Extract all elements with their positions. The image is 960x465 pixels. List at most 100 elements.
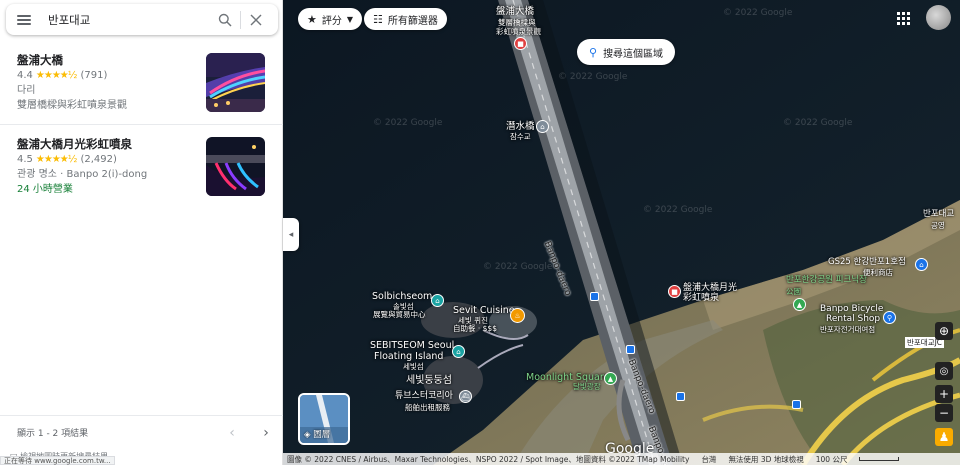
- results-panel: 盤浦大橋 4.4 ★★★★½ (791) 다리 雙層橋樑與彩虹噴泉景觀 盤浦大橋…: [0, 0, 283, 465]
- bicycle-pin-icon[interactable]: ⚲: [883, 311, 896, 324]
- map-label-bicycle[interactable]: Rental Shop: [826, 315, 880, 324]
- location-icon: ◎: [939, 365, 949, 377]
- map-label-gs25[interactable]: GS25 한강반포1호점: [828, 258, 906, 267]
- review-count: (791): [80, 70, 108, 81]
- venue-pin-icon[interactable]: ⌂: [452, 345, 465, 358]
- collapse-panel-button[interactable]: ◂: [283, 218, 299, 251]
- menu-icon: [17, 14, 31, 25]
- search-area-label: 搜尋這個區域: [603, 48, 664, 60]
- map-label-jamsu[interactable]: 潛水橋: [506, 121, 535, 132]
- chip-label: 評分: [321, 15, 342, 27]
- compass-button[interactable]: ⊕: [935, 322, 953, 340]
- layers-icon: ◈: [304, 430, 314, 440]
- close-icon: [250, 14, 262, 25]
- camera-pin-icon[interactable]: ■: [668, 285, 681, 298]
- map-label-banpo-edge: 반포대교: [923, 209, 955, 219]
- watermark: © 2022 Google: [783, 118, 853, 128]
- my-location-button[interactable]: ◎: [935, 362, 953, 380]
- map-label-bicycle-kr: 반포자전거대여점: [820, 325, 876, 334]
- layers-label: ◈ 圖層: [304, 428, 330, 440]
- zoom-out-button[interactable]: −: [935, 404, 953, 422]
- rating-value: 4.5: [17, 154, 33, 165]
- map-label-bridge-desc: 雙層橋樑與: [498, 18, 536, 27]
- rating-filter-chip[interactable]: ★ 評分 ▼: [298, 8, 363, 30]
- star-icon: ★: [307, 12, 317, 26]
- map-label-solbitseom-desc: 展覽與貿易中心: [373, 310, 426, 319]
- status-bar: 正在等待 www.google.com.tw...: [0, 456, 115, 465]
- attribution-text: 圖像 © 2022 CNES / Airbus、Maxar Technologi…: [287, 454, 690, 464]
- account-avatar[interactable]: [926, 5, 951, 30]
- park-pin-icon[interactable]: ▲: [793, 298, 806, 311]
- minus-icon: −: [938, 406, 950, 420]
- landmark-pin-icon[interactable]: ⌂: [536, 120, 549, 133]
- no-3d-text: 無法使用 3D 地球檢視: [728, 454, 804, 464]
- clear-button[interactable]: [241, 4, 271, 35]
- bus-stop-icon[interactable]: [626, 345, 635, 354]
- previous-page-button[interactable]: ‹: [215, 421, 249, 445]
- watermark: © 2022 Google: [373, 118, 443, 128]
- rating-value: 4.4: [17, 70, 33, 81]
- map-label-solbitseom[interactable]: Solbichseom: [372, 291, 432, 302]
- plus-icon: +: [938, 387, 950, 401]
- attribution-bar: 圖像 © 2022 CNES / Airbus、Maxar Technologi…: [283, 453, 960, 465]
- country-link[interactable]: 台灣: [701, 454, 716, 465]
- chip-label: 所有篩選器: [387, 15, 438, 27]
- map-label-sebitseom[interactable]: SEBITSEOM Seoul: [370, 340, 454, 351]
- bus-stop-icon[interactable]: [792, 400, 801, 409]
- result-thumbnail[interactable]: [206, 53, 265, 112]
- venue-pin-icon[interactable]: ⌂: [431, 294, 444, 307]
- zoom-in-button[interactable]: +: [935, 385, 953, 403]
- map-label-banpo-park-desc: 公園: [786, 287, 801, 296]
- pegman-icon: ♟: [938, 430, 950, 444]
- pagination-text: 顯示 1 - 2 項結果: [17, 429, 89, 439]
- watermark: © 2022 Google: [643, 205, 713, 215]
- apps-grid-icon[interactable]: [894, 9, 912, 27]
- map-label-bridge-desc: 彩虹噴泉景觀: [496, 27, 541, 36]
- map-label-sevit-cuisine-desc: 自助餐 · $$$: [453, 324, 497, 333]
- camera-pin-icon[interactable]: ■: [514, 37, 527, 50]
- map-label-sevit-dongdong[interactable]: 세빛둥둥섬: [406, 375, 452, 386]
- divider: [0, 124, 283, 125]
- search-input[interactable]: [48, 7, 210, 32]
- search-button[interactable]: [210, 4, 240, 35]
- caret-down-icon: ▼: [346, 14, 354, 24]
- search-box: [6, 4, 278, 35]
- map-label-banpo-park[interactable]: 반포한강공원 피크닉장: [786, 276, 867, 285]
- map-label-gs25-desc: 便利商店: [863, 268, 893, 277]
- all-filters-chip[interactable]: ☷ 所有篩選器: [364, 8, 447, 30]
- map-label-bicycle[interactable]: Banpo Bicycle: [820, 305, 883, 314]
- scale-bar: [859, 457, 900, 461]
- map-label-tube[interactable]: 튜브스터코리아: [395, 392, 453, 401]
- map-label-moonlight-kr: 달빛광장: [573, 382, 601, 391]
- map-label-sevit-cuisine[interactable]: Sevit Cuisine: [453, 305, 515, 316]
- search-this-area-button[interactable]: ⚲ 搜尋這個區域: [577, 39, 676, 65]
- compass-icon: ⊕: [938, 324, 950, 338]
- bus-stop-icon[interactable]: [676, 392, 685, 401]
- shop-pin-icon[interactable]: ⌂: [915, 258, 928, 271]
- menu-button[interactable]: [6, 4, 42, 35]
- chevron-left-icon: ‹: [229, 424, 235, 441]
- restaurant-pin-icon[interactable]: ♨: [510, 308, 525, 323]
- star-rating-icon: ★★★★½: [35, 70, 78, 81]
- map-label-jamsu-kr: 잠수교: [510, 132, 531, 141]
- map-label-floating-island[interactable]: Floating Island: [374, 351, 443, 362]
- park-pin-icon[interactable]: ▲: [604, 372, 617, 385]
- bus-stop-icon[interactable]: [590, 292, 599, 301]
- satellite-imagery: [283, 0, 960, 465]
- next-page-button[interactable]: ›: [249, 421, 283, 445]
- boat-pin-icon[interactable]: ⛴: [459, 390, 472, 403]
- map-label-fountain[interactable]: 盤浦大橋月光: [683, 284, 737, 293]
- map-label-banpo-edge: 공영: [931, 221, 945, 230]
- scale-label[interactable]: 100 公尺: [816, 454, 848, 465]
- chevron-right-icon: ›: [263, 424, 269, 441]
- layers-button[interactable]: ◈ 圖層: [298, 393, 350, 445]
- layers-text: 圖層: [313, 430, 331, 440]
- map-label-sebitseom-kr: 세빛섬: [403, 362, 424, 371]
- result-thumbnail[interactable]: [206, 137, 265, 196]
- map-label-tube-desc: 船舶出租服務: [405, 403, 450, 412]
- street-view-pegman[interactable]: ♟: [935, 428, 953, 446]
- map-label-fountain[interactable]: 彩虹噴泉: [683, 294, 719, 303]
- map-label-bridge[interactable]: 盤浦大橋: [496, 6, 534, 17]
- map-canvas[interactable]: © 2022 Google © 2022 Google © 2022 Googl…: [283, 0, 960, 465]
- filter-icon: ☷: [373, 12, 383, 26]
